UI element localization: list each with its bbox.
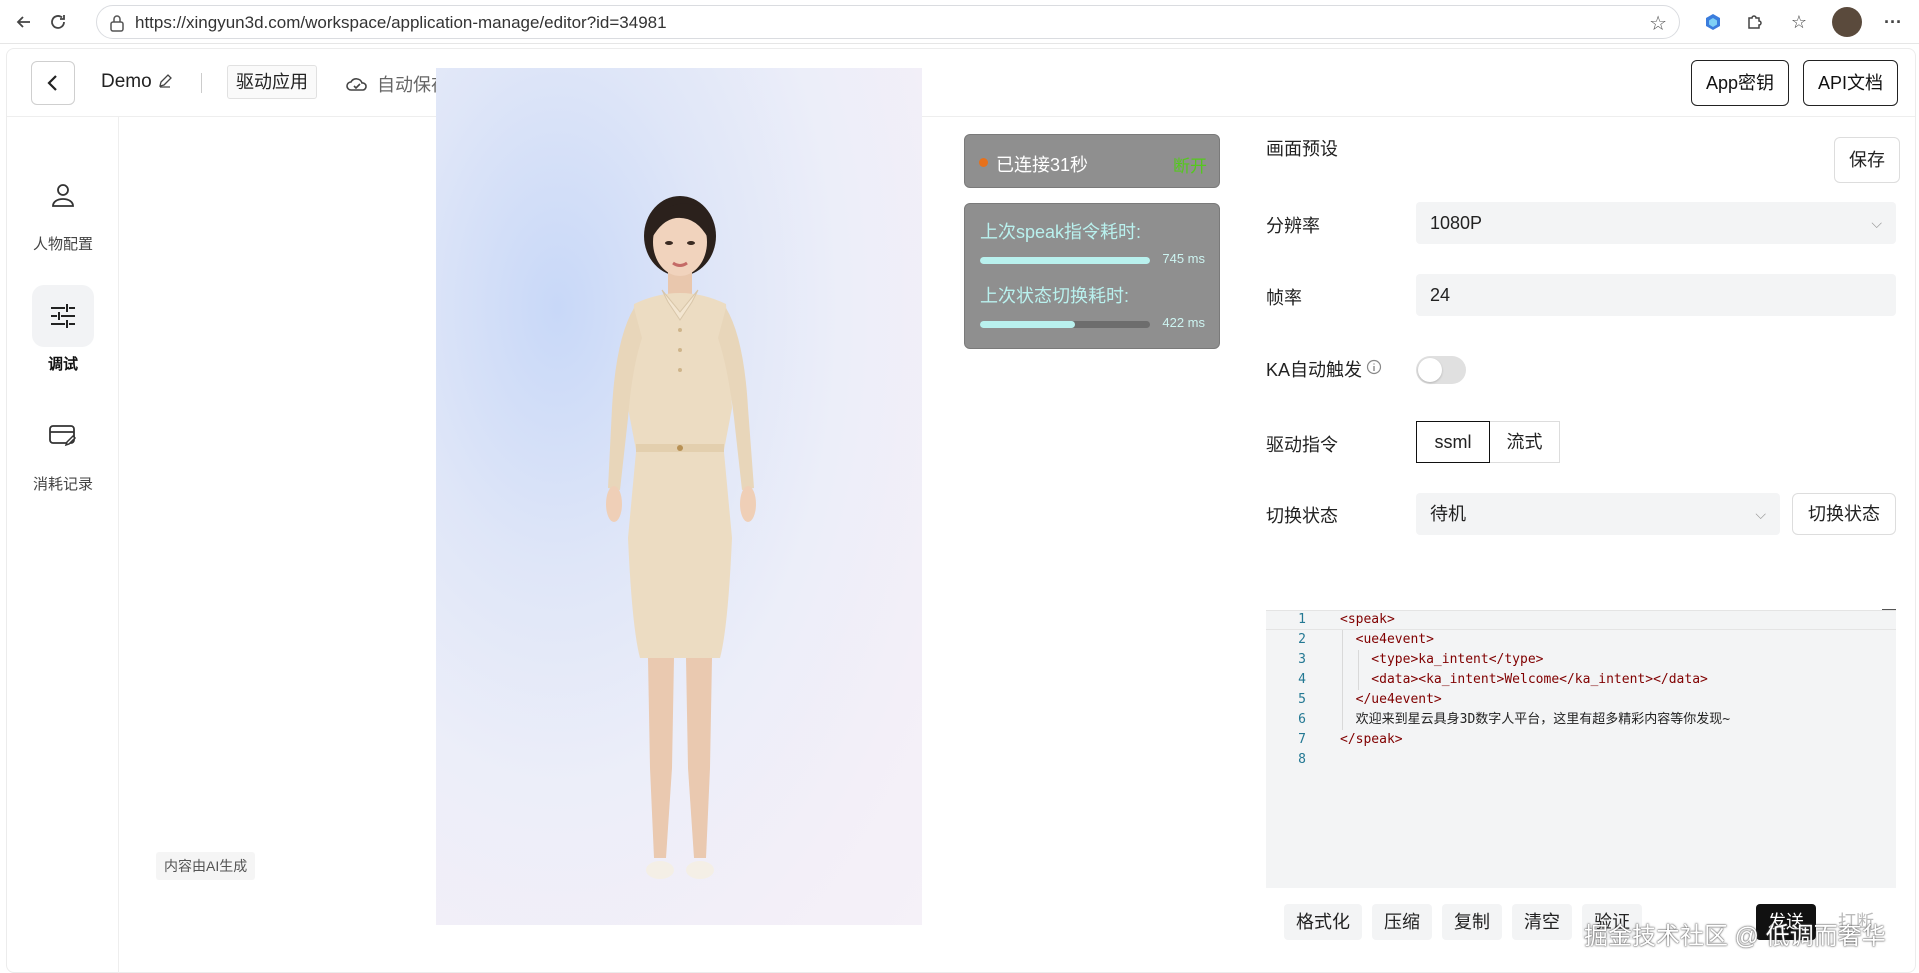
edit-pencil-icon[interactable] xyxy=(157,73,173,94)
line-number: 5 xyxy=(1298,692,1306,707)
profile-avatar[interactable] xyxy=(1832,7,1862,37)
code-line: 5 </ue4event> xyxy=(1266,690,1896,710)
line-number: 7 xyxy=(1298,732,1306,747)
app-type-tag: 驱动应用 xyxy=(227,65,317,99)
speak-latency-label: 上次speak指令耗时: xyxy=(980,222,1142,242)
framerate-label: 帧率 xyxy=(1266,288,1302,308)
card-edit-icon xyxy=(32,405,94,467)
lock-icon xyxy=(109,14,125,37)
line-number: 1 xyxy=(1298,612,1306,627)
switch-state-button[interactable]: 切换状态 xyxy=(1792,493,1896,535)
format-button[interactable]: 格式化 xyxy=(1284,904,1362,940)
chevron-down-icon: ⌵ xyxy=(1755,506,1766,522)
framerate-value: 24 xyxy=(1430,285,1451,305)
digital-human-figure xyxy=(606,196,756,879)
nav-label: 消耗记录 xyxy=(32,476,93,493)
person-icon xyxy=(32,165,94,227)
bookmark-star-icon[interactable]: ☆ xyxy=(1649,11,1667,36)
save-button[interactable]: 保存 xyxy=(1834,137,1900,183)
resolution-label: 分辨率 xyxy=(1266,216,1320,236)
header-divider xyxy=(201,73,202,93)
back-arrow-icon[interactable] xyxy=(12,10,36,34)
drive-option-ssml[interactable]: ssml xyxy=(1416,421,1490,463)
nav-item-character-config[interactable]: 人物配置 xyxy=(7,165,119,254)
framerate-input[interactable]: 24 xyxy=(1416,274,1896,316)
code-text: </ue4event> xyxy=(1340,692,1442,707)
state-latency-fill xyxy=(980,321,1076,328)
state-select[interactable]: 待机 ⌵ xyxy=(1416,493,1780,535)
code-line: 4 <data><ka_intent>Welcome</ka_intent></… xyxy=(1266,670,1896,690)
nav-item-debug[interactable]: 调试 xyxy=(7,285,119,374)
line-number: 6 xyxy=(1298,712,1306,727)
url-text: https://xingyun3d.com/workspace/applicat… xyxy=(135,13,667,32)
code-text: <data><ka_intent>Welcome</ka_intent></da… xyxy=(1340,672,1708,687)
watermark-text: 掘金技术社区 @ 低调而奢华 xyxy=(1584,923,1886,950)
line-number: 2 xyxy=(1298,632,1306,647)
line-number: 4 xyxy=(1298,672,1306,687)
switch-state-label: 切换状态 xyxy=(1266,506,1338,526)
latency-panel: 上次speak指令耗时: 745 ms 上次状态切换耗时: 422 ms xyxy=(964,203,1220,349)
code-text: 欢迎来到星云具身3D数字人平台，这里有超多精彩内容等你发现~ xyxy=(1340,712,1731,727)
ka-auto-trigger-label: KA自动触发 xyxy=(1266,360,1363,380)
cloud-icon xyxy=(346,78,367,91)
nav-label: 人物配置 xyxy=(32,236,93,253)
disconnect-button[interactable]: 断开 xyxy=(1173,152,1207,177)
state-latency-label: 上次状态切换耗时: xyxy=(980,286,1130,306)
code-line: 2 <ue4event> xyxy=(1266,630,1896,650)
connection-status-text: 已连接31秒 xyxy=(996,155,1089,175)
refresh-icon[interactable] xyxy=(46,10,70,34)
code-line: 1 <speak> xyxy=(1266,610,1896,630)
resolution-value: 1080P xyxy=(1430,213,1483,233)
side-navigation: 人物配置 调试 消耗记录 xyxy=(7,117,119,973)
line-number: 3 xyxy=(1298,652,1306,667)
clear-button[interactable]: 清空 xyxy=(1512,904,1572,940)
code-text: <ue4event> xyxy=(1340,632,1434,647)
chevron-down-icon: ⌵ xyxy=(1871,215,1882,231)
ai-generated-badge: 内容由AI生成 xyxy=(156,852,256,880)
app-name: Demo xyxy=(101,71,152,92)
app-header: Demo 驱动应用 自动保存于 2026-04-21 18:36:00 App密… xyxy=(7,49,1915,117)
code-line: 8 xyxy=(1266,750,1896,770)
digital-human-stage xyxy=(436,68,922,925)
sliders-icon xyxy=(32,285,94,347)
ka-auto-trigger-toggle[interactable] xyxy=(1416,356,1466,384)
state-latency-bar xyxy=(980,321,1150,328)
address-bar[interactable]: https://xingyun3d.com/workspace/applicat… xyxy=(96,5,1680,39)
compress-button[interactable]: 压缩 xyxy=(1372,904,1432,940)
browser-toolbar: https://xingyun3d.com/workspace/applicat… xyxy=(0,0,1919,44)
more-menu-icon[interactable]: ··· xyxy=(1880,9,1906,35)
drive-option-stream[interactable]: 流式 xyxy=(1490,421,1560,463)
code-text: </speak> xyxy=(1340,732,1403,747)
info-icon[interactable] xyxy=(1366,359,1382,380)
favorites-icon[interactable]: ☆ xyxy=(1786,9,1812,35)
state-latency-value: 422 ms xyxy=(1162,315,1205,330)
code-text: <speak> xyxy=(1340,612,1395,627)
app-key-button[interactable]: App密钥 xyxy=(1691,60,1790,106)
chevron-left-icon xyxy=(47,75,57,91)
extensions-puzzle-icon[interactable] xyxy=(1742,9,1768,35)
speak-latency-fill xyxy=(980,257,1150,264)
preset-label: 画面预设 xyxy=(1266,139,1338,159)
code-line: 7 </speak> xyxy=(1266,730,1896,750)
toggle-knob xyxy=(1418,358,1442,382)
extension-cube-icon[interactable] xyxy=(1700,9,1726,35)
code-line: 6 欢迎来到星云具身3D数字人平台，这里有超多精彩内容等你发现~ xyxy=(1266,710,1896,730)
line-number: 8 xyxy=(1298,752,1306,767)
api-doc-button[interactable]: API文档 xyxy=(1803,60,1899,106)
ssml-code-editor[interactable]: 1 <speak> 2 <ue4event> 3 <type>ka_intent… xyxy=(1266,610,1896,888)
speak-latency-bar xyxy=(980,257,1150,264)
nav-label: 调试 xyxy=(47,356,78,373)
code-line: 3 <type>ka_intent</type> xyxy=(1266,650,1896,670)
code-text: <type>ka_intent</type> xyxy=(1340,652,1544,667)
back-button[interactable] xyxy=(31,61,75,105)
connection-status-panel: 已连接31秒 断开 xyxy=(964,134,1220,188)
status-dot-icon xyxy=(979,158,988,167)
copy-button[interactable]: 复制 xyxy=(1442,904,1502,940)
state-value: 待机 xyxy=(1430,504,1466,524)
speak-latency-value: 745 ms xyxy=(1162,251,1205,266)
resolution-select[interactable]: 1080P ⌵ xyxy=(1416,202,1896,244)
drive-command-label: 驱动指令 xyxy=(1266,435,1338,455)
nav-item-usage-records[interactable]: 消耗记录 xyxy=(7,405,119,494)
